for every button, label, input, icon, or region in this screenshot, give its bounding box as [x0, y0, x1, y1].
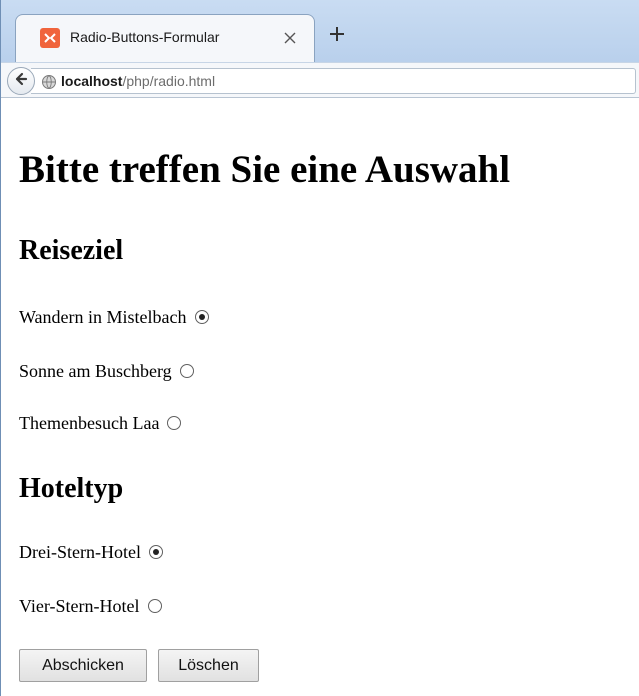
xampp-icon	[40, 28, 60, 48]
page-content: Bitte treffen Sie eine Auswahl Reiseziel…	[0, 98, 639, 696]
browser-chrome: Radio-Buttons-Formular localhost/php/rad…	[0, 0, 639, 98]
submit-button[interactable]: Abschicken	[19, 649, 147, 682]
radio-button[interactable]	[147, 599, 162, 613]
page-title: Bitte treffen Sie eine Auswahl	[19, 148, 511, 191]
url-host: localhost	[61, 73, 123, 89]
radio-label: Sonne am Buschberg	[19, 360, 172, 381]
globe-icon	[41, 74, 57, 90]
address-bar[interactable]: localhost/php/radio.html	[31, 68, 636, 94]
radio-label: Wandern in Mistelbach	[19, 306, 187, 327]
radio-option: Sonne am Buschberg	[19, 359, 194, 383]
radio-label: Drei-Stern-Hotel	[19, 541, 141, 562]
section-title-hoteltyp: Hoteltyp	[19, 473, 124, 504]
arrow-left-icon	[13, 71, 29, 92]
radio-label: Themenbesuch Laa	[19, 412, 160, 433]
radio-option: Themenbesuch Laa	[19, 411, 182, 435]
section-title-reiseziel: Reiseziel	[19, 235, 124, 266]
radio-option: Wandern in Mistelbach	[19, 305, 209, 329]
radio-button[interactable]	[148, 545, 163, 559]
radio-button[interactable]	[167, 416, 182, 430]
plus-icon[interactable]	[323, 20, 351, 48]
back-button[interactable]	[7, 67, 35, 95]
tab-title: Radio-Buttons-Formular	[70, 29, 220, 45]
radio-button[interactable]	[194, 310, 209, 324]
tab-strip: Radio-Buttons-Formular	[1, 0, 639, 62]
browser-tab[interactable]: Radio-Buttons-Formular	[15, 14, 315, 62]
radio-button[interactable]	[179, 364, 194, 378]
radio-option: Drei-Stern-Hotel	[19, 540, 163, 564]
radio-option: Vier-Stern-Hotel	[19, 594, 162, 618]
navigation-toolbar: localhost/php/radio.html	[1, 62, 639, 98]
radio-label: Vier-Stern-Hotel	[19, 595, 140, 616]
close-icon[interactable]	[278, 26, 302, 50]
url-path: /php/radio.html	[122, 73, 216, 89]
reset-button[interactable]: Löschen	[158, 649, 259, 682]
url-text: localhost/php/radio.html	[61, 73, 215, 89]
